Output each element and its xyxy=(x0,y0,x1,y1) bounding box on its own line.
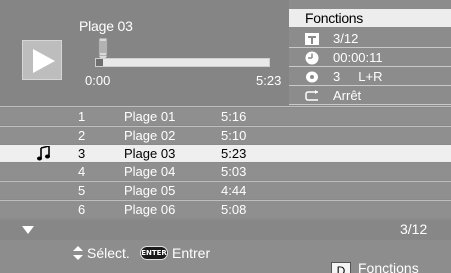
function-row-text: 3 L+R xyxy=(333,69,383,84)
track-name: Plage 02 xyxy=(124,128,176,143)
track-row[interactable]: 6 Plage 06 5:08 xyxy=(0,201,451,218)
track-row[interactable]: 2 Plage 02 5:10 xyxy=(0,127,451,144)
up-down-arrows-icon xyxy=(73,246,83,260)
function-row-text: Arrêt xyxy=(333,88,362,103)
function-row-track[interactable]: 3/12 xyxy=(289,29,451,48)
track-count: 3/12 xyxy=(400,221,428,237)
track-icon xyxy=(305,33,319,45)
audio-icon xyxy=(306,71,318,83)
track-duration: 5:08 xyxy=(221,202,247,217)
play-button[interactable] xyxy=(22,40,62,80)
track-number: 4 xyxy=(78,164,86,179)
track-duration: 4:44 xyxy=(221,183,247,198)
scroll-down-icon[interactable] xyxy=(22,226,34,234)
d-key-icon: D xyxy=(331,262,351,273)
progress-bar[interactable] xyxy=(95,58,270,67)
select-hint: Sélect. xyxy=(87,245,130,261)
now-playing-title: Plage 03 xyxy=(79,18,133,34)
list-footer: 3/12 xyxy=(0,220,451,240)
track-name: Plage 01 xyxy=(124,109,176,124)
track-name: Plage 06 xyxy=(124,202,176,217)
enter-hint: Entrer xyxy=(172,245,211,261)
track-number: 3 xyxy=(78,146,86,161)
track-duration: 5:03 xyxy=(221,164,247,179)
music-note-icon xyxy=(37,146,50,161)
elapsed-time: 0:00 xyxy=(85,73,111,88)
player-screen: Plage 03 0:00 5:23 Fonctions 3/12 00:00:… xyxy=(0,0,451,273)
track-name: Plage 03 xyxy=(124,146,176,161)
functions-hint: Fonctions xyxy=(358,260,419,273)
play-icon xyxy=(33,49,55,73)
track-duration: 5:16 xyxy=(221,109,247,124)
track-name: Plage 05 xyxy=(124,183,176,198)
track-row[interactable]: 5 Plage 05 4:44 xyxy=(0,182,451,199)
track-duration: 5:23 xyxy=(221,146,247,161)
function-row-text: 3/12 xyxy=(333,31,359,46)
track-number: 2 xyxy=(78,128,86,143)
repeat-icon xyxy=(305,90,318,101)
track-row-selected[interactable]: 3 Plage 03 5:23 xyxy=(0,145,451,162)
enter-key-icon: ENTER xyxy=(140,246,168,260)
function-row-text: 00:00:11 xyxy=(333,50,383,65)
track-row[interactable]: 4 Plage 04 5:03 xyxy=(0,163,451,180)
track-number: 5 xyxy=(78,183,86,198)
track-row[interactable]: 1 Plage 01 5:16 xyxy=(0,108,451,125)
clock-icon xyxy=(305,51,319,65)
function-row-audio[interactable]: 3 L+R xyxy=(289,67,451,86)
track-duration: 5:10 xyxy=(221,128,247,143)
track-name: Plage 04 xyxy=(124,164,176,179)
divider xyxy=(0,106,451,107)
track-number: 1 xyxy=(78,109,86,124)
progress-bar-fill xyxy=(96,59,103,66)
total-time: 5:23 xyxy=(256,73,282,88)
function-row-time[interactable]: 00:00:11 xyxy=(289,48,451,67)
track-number: 6 xyxy=(78,202,86,217)
function-row-repeat[interactable]: Arrêt xyxy=(289,86,451,105)
functions-header: Fonctions xyxy=(289,9,451,27)
